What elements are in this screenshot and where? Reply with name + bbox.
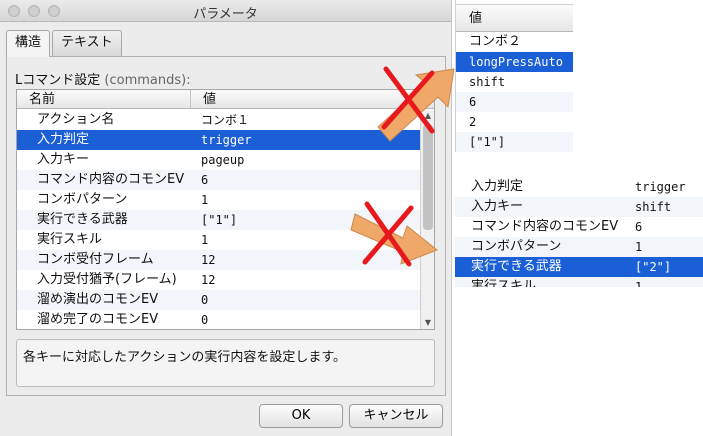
commands-group-label: Lコマンド設定 (commands): — [15, 69, 191, 88]
row-name: アクション名 — [37, 112, 115, 127]
row-value: ["2"] — [635, 260, 672, 274]
row-name: コンボ受付フレーム — [37, 252, 154, 267]
row-value: 6 — [635, 220, 643, 234]
value-item[interactable]: shift — [456, 72, 573, 92]
row-name: 実行スキル — [471, 279, 537, 287]
row-name: コンボパターン — [37, 192, 128, 207]
value-column-crop: 値 コンボ２ longPressAuto shift 6 2 ["1"] — [455, 0, 573, 152]
table-row[interactable]: コンボパターン 1 — [455, 237, 703, 257]
value-item[interactable]: 6 — [456, 92, 573, 112]
tab-bar: 構造 テキスト — [6, 30, 124, 57]
table-rows-crop: 入力判定 trigger 入力キー shift コマンド内容のコモンEV 6 コンボパ… — [455, 177, 703, 287]
row-name: 実行できる武器 — [37, 212, 128, 227]
row-name: 入力キー — [37, 152, 90, 167]
row-value: 1 — [635, 240, 643, 254]
description-box: 各キーに対応したアクションの実行内容を設定します。 — [16, 339, 435, 387]
row-value: trigger — [635, 180, 686, 194]
title-bar: パラメータ — [0, 0, 451, 22]
scroll-down-icon[interactable]: ▼ — [421, 317, 434, 329]
tab-structure[interactable]: 構造 — [6, 30, 51, 57]
table-row[interactable]: 入力キー shift — [455, 197, 703, 217]
row-name: コマンド内容のコモンEV — [37, 172, 185, 187]
window-title: パラメータ — [193, 7, 258, 22]
table-row-selected[interactable]: 入力判定 trigger — [17, 130, 420, 150]
table-row[interactable]: コマンド内容のコモンEV 6 — [17, 170, 420, 190]
row-name: 実行できる武器 — [471, 259, 562, 274]
row-name: 溜め完了のコモンEV — [37, 312, 159, 327]
row-value: shift — [635, 200, 672, 214]
row-value: 0 — [201, 293, 209, 307]
row-value: 6 — [201, 173, 209, 187]
table-row-selected[interactable]: 実行できる武器 ["2"] — [455, 257, 703, 277]
ok-button[interactable]: OK — [259, 404, 343, 428]
row-name: コマンド内容のコモンEV — [471, 219, 619, 234]
commands-sublabel: (commands): — [104, 73, 191, 88]
table-row[interactable]: 実行スキル 1 — [455, 277, 703, 287]
tab-text[interactable]: テキスト — [52, 30, 122, 56]
row-name: 入力キー — [471, 199, 524, 214]
table-row[interactable]: アクション名 コンボ１ — [17, 110, 420, 130]
row-value: 0 — [201, 313, 209, 327]
annotation-arrow-icon — [377, 66, 455, 142]
commands-label: Lコマンド設定 — [15, 73, 101, 88]
value-item-selected[interactable]: longPressAuto — [456, 52, 573, 72]
annotation-arrow-icon — [350, 201, 438, 267]
value-item[interactable]: コンボ２ — [456, 32, 573, 52]
table-row[interactable]: 溜め完了のコモンEV 0 — [17, 310, 420, 329]
table-row[interactable]: 溜め演出のコモンEV 0 — [17, 290, 420, 310]
column-header-name[interactable]: 名前 — [17, 90, 191, 108]
value-item[interactable]: ["1"] — [456, 132, 573, 152]
row-name: コンボパターン — [471, 239, 562, 254]
cancel-button[interactable]: キャンセル — [349, 404, 443, 428]
value-column-header: 値 — [456, 4, 573, 32]
row-name: 入力判定 — [471, 179, 524, 194]
table-row[interactable]: 入力判定 trigger — [455, 177, 703, 197]
row-name: 入力受付猶予(フレーム) — [37, 272, 177, 287]
row-value: 1 — [635, 280, 643, 287]
row-value: pageup — [201, 153, 245, 167]
table-row[interactable]: 入力キー pageup — [17, 150, 420, 170]
row-name: 入力判定 — [37, 132, 90, 147]
value-item[interactable]: 2 — [456, 112, 573, 132]
row-name: 実行スキル — [37, 232, 103, 247]
table-row[interactable]: コマンド内容のコモンEV 6 — [455, 217, 703, 237]
row-name: 溜め演出のコモンEV — [37, 292, 159, 307]
